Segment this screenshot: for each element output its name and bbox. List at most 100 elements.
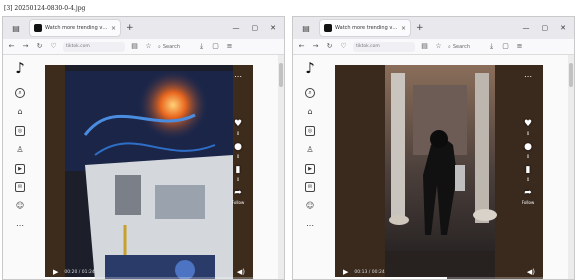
progress-bar[interactable]: [45, 277, 253, 279]
action-column: ⋯ ♥ 0 ● 0 ▮ 0 ➦ Follow: [515, 65, 541, 279]
comment-icon[interactable]: ●: [234, 143, 242, 152]
menu-icon[interactable]: ≡: [515, 43, 524, 50]
action-column: ⋯ ♥ 0 ● 0 ▮ 0 ➦ Follow: [225, 65, 251, 279]
tab-close-icon[interactable]: ×: [401, 25, 406, 32]
shield-icon[interactable]: ♡: [49, 43, 58, 50]
close-window-button[interactable]: ✕: [560, 24, 566, 32]
page-content: ♪ ⌕ ⌂ ◎ ♙ ▶ ✉ ☺ ⋯ ⋯ ♥ 0 ● 0 ▮ 0 ➦ Follow…: [293, 55, 574, 279]
like-icon[interactable]: ♥: [234, 120, 242, 129]
profile-icon[interactable]: ☺: [304, 200, 316, 212]
search-placeholder: Search: [452, 43, 470, 50]
menu-icon[interactable]: ≡: [225, 43, 234, 50]
address-bar[interactable]: tiktok.com: [63, 41, 125, 52]
progress-fill: [45, 277, 95, 279]
sidebar: ♪ ⌕ ⌂ ◎ ♙ ▶ ✉ ☺ ⋯: [3, 55, 37, 279]
save-icon[interactable]: ▮: [526, 166, 531, 175]
maximize-button[interactable]: ▢: [542, 24, 549, 32]
save-count: 0: [526, 177, 530, 182]
scrollbar-thumb[interactable]: [569, 63, 573, 87]
messages-icon[interactable]: ✉: [15, 182, 25, 192]
browser-tab[interactable]: Watch more trending videos ×: [29, 19, 121, 37]
window-controls: — ▢ ✕: [233, 24, 277, 32]
scrollbar[interactable]: [278, 55, 284, 279]
reader-view-icon[interactable]: ▤: [420, 43, 429, 50]
scrollbar-thumb[interactable]: [279, 63, 283, 87]
minimize-button[interactable]: —: [233, 24, 240, 32]
shield-icon[interactable]: ♡: [339, 43, 348, 50]
profile-icon[interactable]: ☺: [14, 200, 26, 212]
tab-title: Watch more trending videos: [335, 25, 398, 31]
more-options-icon[interactable]: ⋯: [234, 73, 242, 81]
search-box[interactable]: ⌕ Search: [448, 42, 482, 52]
nav-toolbar: ← → ↻ ♡ tiktok.com ▤ ☆ ⌕ Search ⤓ ▢ ≡: [3, 39, 284, 55]
maximize-button[interactable]: ▢: [252, 24, 259, 32]
following-icon[interactable]: ♙: [14, 144, 26, 156]
tab-bar: ▤ Watch more trending videos × + — ▢ ✕: [293, 17, 574, 39]
search-icon[interactable]: ⌕: [15, 88, 25, 98]
search-icon[interactable]: ⌕: [305, 88, 315, 98]
reload-button[interactable]: ↻: [325, 43, 334, 50]
address-bar[interactable]: tiktok.com: [353, 41, 415, 52]
volume-icon[interactable]: ◀): [237, 268, 245, 276]
like-icon[interactable]: ♥: [524, 120, 532, 129]
video-frame: [335, 65, 543, 279]
following-icon[interactable]: ♙: [304, 144, 316, 156]
tiktok-favicon-icon: [324, 24, 332, 32]
minimize-button[interactable]: —: [523, 24, 530, 32]
window-controls: — ▢ ✕: [523, 24, 567, 32]
forward-button[interactable]: →: [311, 43, 320, 50]
play-icon[interactable]: ▶: [343, 268, 348, 276]
play-icon[interactable]: ▶: [53, 268, 58, 276]
live-icon[interactable]: ▶: [15, 164, 25, 174]
new-tab-button[interactable]: +: [126, 23, 134, 33]
comment-icon[interactable]: ●: [524, 143, 532, 152]
tab-overview-icon[interactable]: ▤: [299, 21, 313, 35]
reader-view-icon[interactable]: ▤: [130, 43, 139, 50]
tab-overview-icon[interactable]: ▤: [9, 21, 23, 35]
tiktok-logo-icon[interactable]: ♪: [15, 61, 25, 76]
messages-icon[interactable]: ✉: [305, 182, 315, 192]
pocket-icon[interactable]: ▢: [501, 43, 510, 50]
pocket-icon[interactable]: ▢: [211, 43, 220, 50]
close-window-button[interactable]: ✕: [270, 24, 276, 32]
tiktok-logo-icon[interactable]: ♪: [305, 61, 315, 76]
save-icon[interactable]: ▮: [236, 166, 241, 175]
share-label: Follow: [231, 200, 245, 205]
download-icon[interactable]: ⤓: [487, 43, 496, 50]
search-placeholder: Search: [162, 43, 180, 50]
back-button[interactable]: ←: [297, 43, 306, 50]
back-button[interactable]: ←: [7, 43, 16, 50]
browser-window-left: ▤ Watch more trending videos × + — ▢ ✕ ←…: [2, 16, 285, 280]
download-icon[interactable]: ⤓: [197, 43, 206, 50]
more-icon[interactable]: ⋯: [14, 220, 26, 232]
home-icon[interactable]: ⌂: [304, 106, 316, 118]
share-label: Follow: [521, 200, 535, 205]
video-time: 00:13 / 00:24: [354, 269, 385, 275]
bookmark-star-icon[interactable]: ☆: [434, 43, 443, 50]
explore-icon[interactable]: ◎: [305, 126, 315, 136]
tab-bar: ▤ Watch more trending videos × + — ▢ ✕: [3, 17, 284, 39]
browser-window-right: ▤ Watch more trending videos × + — ▢ ✕ ←…: [292, 16, 575, 280]
video-player[interactable]: ⋯ ♥ 0 ● 0 ▮ 0 ➦ Follow ▶ 00:13 / 00:24 ◀…: [335, 65, 543, 279]
volume-icon[interactable]: ◀): [527, 268, 535, 276]
video-time: 00:20 / 01:24: [64, 269, 95, 275]
progress-bar[interactable]: [335, 277, 543, 279]
page-content: ♪ ⌕ ⌂ ◎ ♙ ▶ ✉ ☺ ⋯ ⋯ ♥ 0 ● 0 ▮ 0 ➦ Follow…: [3, 55, 284, 279]
tab-close-icon[interactable]: ×: [111, 25, 116, 32]
home-icon[interactable]: ⌂: [14, 106, 26, 118]
browser-tab[interactable]: Watch more trending videos ×: [319, 19, 411, 37]
explore-icon[interactable]: ◎: [15, 126, 25, 136]
nav-toolbar: ← → ↻ ♡ tiktok.com ▤ ☆ ⌕ Search ⤓ ▢ ≡: [293, 39, 574, 55]
reload-button[interactable]: ↻: [35, 43, 44, 50]
video-player[interactable]: ⋯ ♥ 0 ● 0 ▮ 0 ➦ Follow ▶ 00:20 / 01:24 ◀…: [45, 65, 253, 279]
live-icon[interactable]: ▶: [305, 164, 315, 174]
more-icon[interactable]: ⋯: [304, 220, 316, 232]
more-options-icon[interactable]: ⋯: [524, 73, 532, 81]
share-icon[interactable]: ➦: [234, 189, 242, 198]
search-box[interactable]: ⌕ Search: [158, 42, 192, 52]
forward-button[interactable]: →: [21, 43, 30, 50]
new-tab-button[interactable]: +: [416, 23, 424, 33]
bookmark-star-icon[interactable]: ☆: [144, 43, 153, 50]
share-icon[interactable]: ➦: [524, 189, 532, 198]
scrollbar[interactable]: [568, 55, 574, 279]
